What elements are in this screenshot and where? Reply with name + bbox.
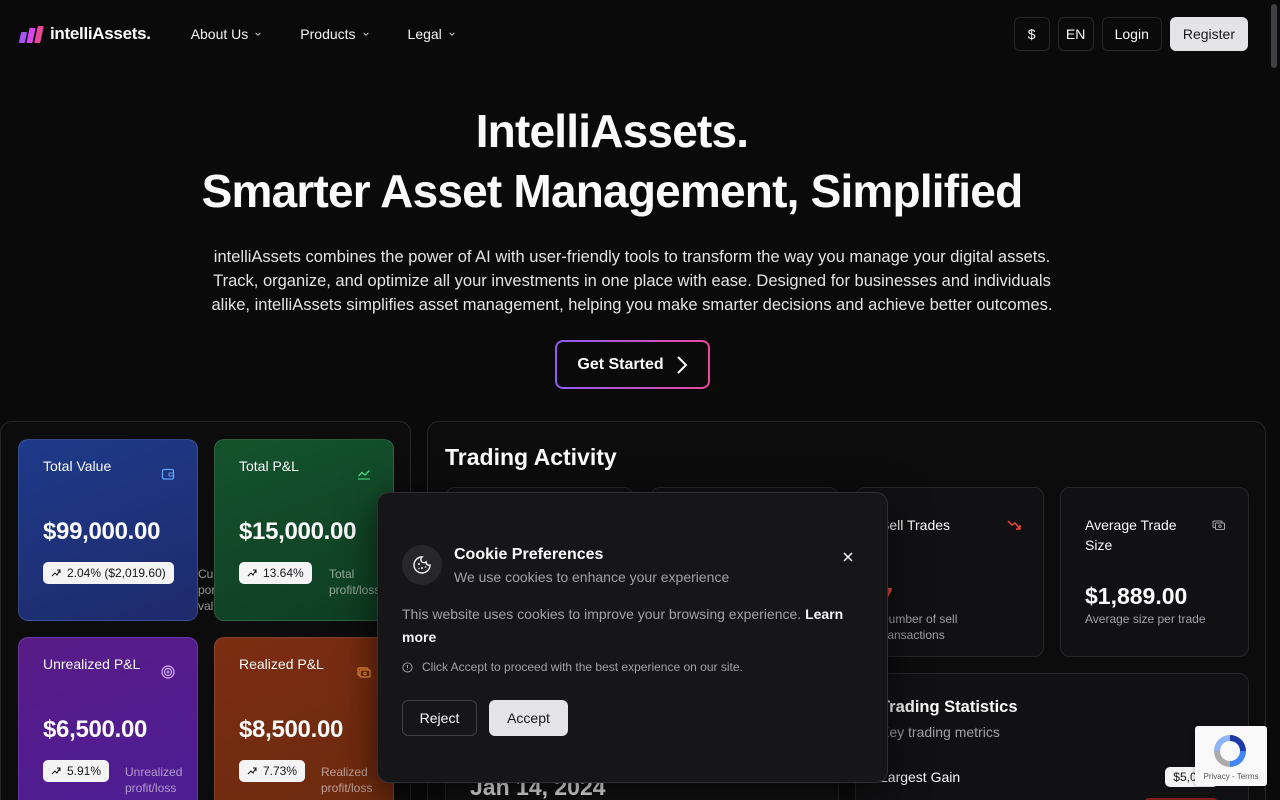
card-total-pnl: Total P&L $15,000.00 13.64% Total profit… [214, 439, 394, 621]
brand-name: intelliAssets. [50, 24, 151, 43]
hero-description: intelliAssets combines the power of AI w… [211, 248, 1053, 314]
nav-about-us[interactable]: About Us [191, 26, 263, 42]
hero-subtitle: Smarter Asset Management, Simplified [201, 165, 1024, 217]
stat-value: $1,889.00 [1085, 583, 1188, 609]
top-header: intelliAssets. About Us Products Legal $… [0, 0, 1268, 68]
nav-label: Products [300, 26, 356, 42]
recaptcha-icon [1214, 735, 1246, 767]
wallet-icon [161, 468, 175, 480]
trading-statistics-subtitle: Key trading metrics [880, 724, 1000, 740]
cookie-body: This website uses cookies to improve you… [402, 603, 872, 649]
get-started-inner: Get Started [557, 342, 708, 387]
nav-legal[interactable]: Legal [408, 26, 456, 42]
chevron-right-icon [676, 355, 688, 374]
cookie-title: Cookie Preferences [454, 546, 604, 563]
cookie-subtitle: We use cookies to enhance your experienc… [454, 569, 730, 585]
change-text: 5.91% [67, 764, 102, 778]
nav-label: About Us [190, 26, 249, 42]
cookie-note: Click Accept to proceed with the best ex… [402, 660, 743, 674]
card-title: Total Value [43, 458, 112, 474]
info-icon [402, 661, 413, 673]
card-realized-pnl: Realized P&L $8,500.00 7.73% Realized pr… [214, 637, 394, 800]
change-text: 2.04% ($2,019.60) [67, 566, 166, 580]
stat-card-average-trade: Average Trade Size $1,889.00 Average siz… [1060, 487, 1249, 657]
nav-label: Legal [407, 26, 442, 42]
stat-title: Average Trade Size [1085, 517, 1177, 553]
stat-subtitle: Number of sell transactions [880, 612, 958, 642]
card-title: Realized P&L [239, 656, 324, 672]
portfolio-panel: Total Value $99,000.00 2.04% ($2,019.60)… [0, 421, 411, 800]
change-text: 7.73% [263, 764, 298, 778]
cash-icon [357, 667, 371, 678]
change-badge: 13.64% [239, 562, 312, 584]
cookie-note-text: Click Accept to proceed with the best ex… [422, 660, 743, 674]
chart-line-icon [358, 470, 370, 480]
trading-activity-title: Trading Activity [445, 444, 617, 470]
scroll-thumb[interactable] [1271, 4, 1277, 68]
reject-button[interactable]: Reject [402, 700, 477, 736]
target-icon [161, 665, 175, 679]
cookie-icon [413, 556, 431, 574]
register-button[interactable]: Register [1169, 17, 1248, 51]
cookie-dialog: Cookie Preferences We use cookies to enh… [377, 492, 888, 783]
card-total-value: Total Value $99,000.00 2.04% ($2,019.60)… [18, 439, 241, 621]
card-title: Unrealized P&L [43, 656, 141, 672]
trend-up-icon [51, 767, 61, 775]
trading-statistics-title: Trading Statistics [880, 698, 1018, 716]
login-button[interactable]: Login [1101, 17, 1162, 51]
language-button[interactable]: EN [1057, 17, 1094, 51]
card-value: $15,000.00 [239, 518, 357, 545]
trend-up-icon [247, 569, 257, 577]
close-icon[interactable] [841, 550, 855, 564]
cookie-icon-badge [402, 545, 442, 585]
get-started-button[interactable]: Get Started [555, 340, 710, 389]
trend-down-icon [1007, 520, 1021, 530]
nav-products[interactable]: Products [300, 26, 369, 42]
cookie-body-text: This website uses cookies to improve you… [402, 606, 802, 622]
brand-logo[interactable]: intelliAssets. [18, 24, 151, 44]
trading-statistics-card: Trading Statistics Key trading metrics L… [855, 673, 1249, 800]
change-badge: 5.91% [43, 760, 110, 782]
accept-button[interactable]: Accept [489, 700, 568, 736]
card-unrealized-pnl: Unrealized P&L $6,500.00 5.91% Unrealize… [18, 637, 198, 800]
page-scrollbar[interactable] [1268, 0, 1280, 800]
chevron-down-icon [449, 32, 455, 36]
card-subtitle: Unrealized profit/loss [125, 765, 183, 795]
currency-button[interactable]: $ [1013, 17, 1050, 51]
card-title: Total P&L [239, 458, 299, 474]
trend-up-icon [247, 767, 257, 775]
logo-mark-icon [18, 25, 44, 43]
main-nav: About Us Products Legal [191, 26, 456, 42]
change-badge: 7.73% [239, 760, 306, 782]
header-actions: $ EN Login Register [1013, 17, 1248, 51]
cta-label: Get Started [577, 355, 664, 373]
change-text: 13.64% [263, 566, 304, 580]
card-value: $6,500.00 [43, 716, 148, 743]
card-value: $8,500.00 [239, 716, 344, 743]
recaptcha-badge[interactable]: Privacy - Terms [1195, 726, 1267, 786]
stat-title: Sell Trades [880, 517, 951, 533]
hero-title: IntelliAssets. [475, 105, 749, 157]
change-badge: 2.04% ($2,019.60) [43, 562, 174, 584]
largest-gain-label: Largest Gain [880, 769, 961, 785]
chevron-down-icon [362, 32, 369, 36]
coins-icon [1212, 520, 1226, 531]
trend-up-icon [51, 569, 61, 577]
card-subtitle: Realized profit/loss [321, 765, 373, 795]
recaptcha-links[interactable]: Privacy - Terms [1195, 772, 1267, 781]
stat-subtitle: Average size per trade [1085, 612, 1206, 626]
card-value: $99,000.00 [43, 518, 161, 545]
chevron-down-icon [255, 32, 262, 36]
